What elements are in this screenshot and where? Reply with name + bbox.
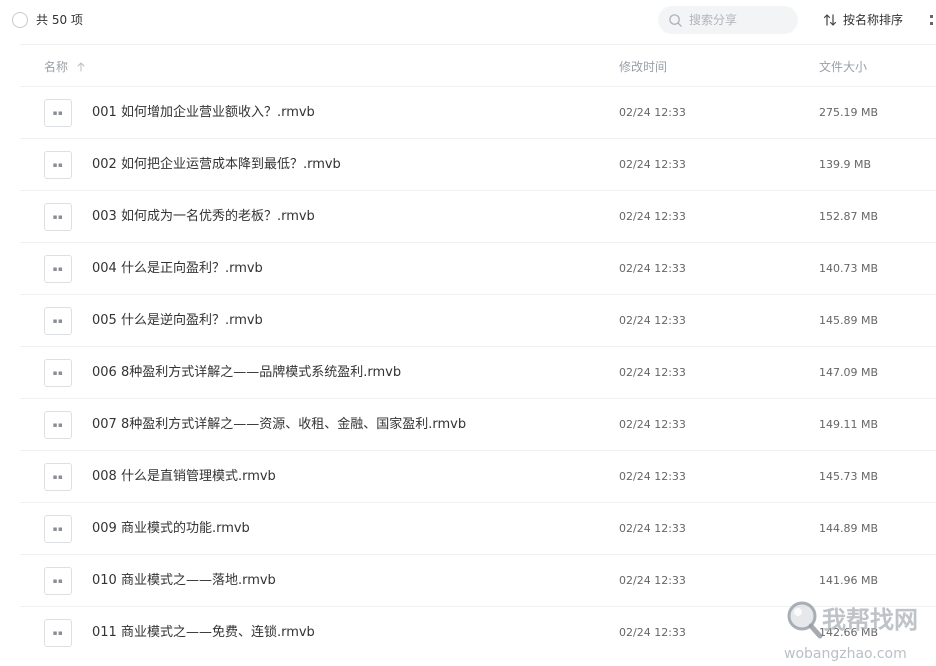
sort-button[interactable]: 按名称排序 bbox=[823, 12, 903, 28]
file-name[interactable]: 004 什么是正向盈利？.rmvb bbox=[92, 261, 263, 277]
video-file-icon: ▪▪ bbox=[44, 151, 72, 179]
file-name[interactable]: 005 什么是逆向盈利？.rmvb bbox=[92, 313, 263, 329]
file-icon-glyph: ▪▪ bbox=[52, 264, 64, 273]
file-name[interactable]: 008 什么是直销管理模式.rmvb bbox=[92, 469, 276, 485]
sort-label: 按名称排序 bbox=[843, 13, 904, 27]
file-modified-time: 02/24 12:33 bbox=[619, 158, 686, 171]
file-name[interactable]: 010 商业模式之——落地.rmvb bbox=[92, 573, 276, 589]
top-toolbar: 共 50 项 按名称排序 bbox=[0, 0, 936, 42]
file-name[interactable]: 002 如何把企业运营成本降到最低？.rmvb bbox=[92, 157, 341, 173]
table-row[interactable]: ▪▪ 007 8种盈利方式详解之——资源、收租、金融、国家盈利.rmvb 02/… bbox=[20, 398, 936, 450]
file-list: ▪▪ 001 如何增加企业营业额收入？.rmvb 02/24 12:33 275… bbox=[20, 86, 936, 658]
column-size-header[interactable]: 文件大小 bbox=[819, 59, 867, 75]
file-size: 139.9 MB bbox=[819, 158, 872, 171]
table-row[interactable]: ▪▪ 004 什么是正向盈利？.rmvb 02/24 12:33 140.73 … bbox=[20, 242, 936, 294]
select-all-radio[interactable] bbox=[12, 12, 28, 28]
video-file-icon: ▪▪ bbox=[44, 567, 72, 595]
column-name-label: 名称 bbox=[44, 60, 69, 74]
file-size: 152.87 MB bbox=[819, 210, 879, 223]
file-icon-glyph: ▪▪ bbox=[52, 524, 64, 533]
file-size: 149.11 MB bbox=[819, 418, 879, 431]
table-row[interactable]: ▪▪ 008 什么是直销管理模式.rmvb 02/24 12:33 145.73… bbox=[20, 450, 936, 502]
video-file-icon: ▪▪ bbox=[44, 99, 72, 127]
file-modified-time: 02/24 12:33 bbox=[619, 262, 686, 275]
file-icon-glyph: ▪▪ bbox=[52, 316, 64, 325]
table-row[interactable]: ▪▪ 011 商业模式之——免费、连锁.rmvb 02/24 12:33 142… bbox=[20, 606, 936, 658]
video-file-icon: ▪▪ bbox=[44, 307, 72, 335]
file-modified-time: 02/24 12:33 bbox=[619, 314, 686, 327]
file-modified-time: 02/24 12:33 bbox=[619, 366, 686, 379]
file-modified-time: 02/24 12:33 bbox=[619, 210, 686, 223]
column-time-header[interactable]: 修改时间 bbox=[619, 59, 667, 75]
file-name[interactable]: 009 商业模式的功能.rmvb bbox=[92, 521, 250, 537]
file-size: 140.73 MB bbox=[819, 262, 879, 275]
file-icon-glyph: ▪▪ bbox=[52, 420, 64, 429]
file-name[interactable]: 003 如何成为一名优秀的老板？.rmvb bbox=[92, 209, 315, 225]
file-modified-time: 02/24 12:33 bbox=[619, 106, 686, 119]
table-row[interactable]: ▪▪ 006 8种盈利方式详解之——品牌模式系统盈利.rmvb 02/24 12… bbox=[20, 346, 936, 398]
table-row[interactable]: ▪▪ 001 如何增加企业营业额收入？.rmvb 02/24 12:33 275… bbox=[20, 86, 936, 138]
table-row[interactable]: ▪▪ 010 商业模式之——落地.rmvb 02/24 12:33 141.96… bbox=[20, 554, 936, 606]
file-modified-time: 02/24 12:33 bbox=[619, 626, 686, 639]
table-row[interactable]: ▪▪ 002 如何把企业运营成本降到最低？.rmvb 02/24 12:33 1… bbox=[20, 138, 936, 190]
file-icon-glyph: ▪▪ bbox=[52, 212, 64, 221]
file-name[interactable]: 011 商业模式之——免费、连锁.rmvb bbox=[92, 625, 315, 641]
file-icon-glyph: ▪▪ bbox=[52, 160, 64, 169]
search-box[interactable] bbox=[658, 6, 798, 34]
file-size: 275.19 MB bbox=[819, 106, 879, 119]
video-file-icon: ▪▪ bbox=[44, 463, 72, 491]
file-name[interactable]: 007 8种盈利方式详解之——资源、收租、金融、国家盈利.rmvb bbox=[92, 417, 466, 433]
file-size: 144.89 MB bbox=[819, 522, 879, 535]
file-name[interactable]: 001 如何增加企业营业额收入？.rmvb bbox=[92, 105, 315, 121]
sort-arrows-icon bbox=[823, 14, 837, 26]
file-size: 145.73 MB bbox=[819, 470, 879, 483]
item-count: 共 50 项 bbox=[36, 13, 83, 27]
arrow-up-icon bbox=[77, 62, 85, 72]
file-modified-time: 02/24 12:33 bbox=[619, 522, 686, 535]
video-file-icon: ▪▪ bbox=[44, 411, 72, 439]
table-row[interactable]: ▪▪ 005 什么是逆向盈利？.rmvb 02/24 12:33 145.89 … bbox=[20, 294, 936, 346]
search-input[interactable] bbox=[689, 13, 789, 27]
file-icon-glyph: ▪▪ bbox=[52, 368, 64, 377]
file-size: 147.09 MB bbox=[819, 366, 879, 379]
table-row[interactable]: ▪▪ 003 如何成为一名优秀的老板？.rmvb 02/24 12:33 152… bbox=[20, 190, 936, 242]
more-vertical-icon[interactable] bbox=[928, 12, 936, 28]
video-file-icon: ▪▪ bbox=[44, 255, 72, 283]
file-icon-glyph: ▪▪ bbox=[52, 472, 64, 481]
file-size: 142.66 MB bbox=[819, 626, 879, 639]
video-file-icon: ▪▪ bbox=[44, 515, 72, 543]
video-file-icon: ▪▪ bbox=[44, 619, 72, 647]
file-icon-glyph: ▪▪ bbox=[52, 576, 64, 585]
video-file-icon: ▪▪ bbox=[44, 203, 72, 231]
file-modified-time: 02/24 12:33 bbox=[619, 470, 686, 483]
video-file-icon: ▪▪ bbox=[44, 359, 72, 387]
search-icon bbox=[669, 13, 682, 27]
column-header: 名称 修改时间 文件大小 bbox=[20, 44, 936, 86]
file-modified-time: 02/24 12:33 bbox=[619, 418, 686, 431]
table-row[interactable]: ▪▪ 009 商业模式的功能.rmvb 02/24 12:33 144.89 M… bbox=[20, 502, 936, 554]
file-modified-time: 02/24 12:33 bbox=[619, 574, 686, 587]
file-size: 141.96 MB bbox=[819, 574, 879, 587]
file-icon-glyph: ▪▪ bbox=[52, 628, 64, 637]
file-size: 145.89 MB bbox=[819, 314, 879, 327]
column-name-header[interactable]: 名称 bbox=[44, 59, 86, 75]
file-icon-glyph: ▪▪ bbox=[52, 108, 64, 117]
file-name[interactable]: 006 8种盈利方式详解之——品牌模式系统盈利.rmvb bbox=[92, 365, 401, 381]
